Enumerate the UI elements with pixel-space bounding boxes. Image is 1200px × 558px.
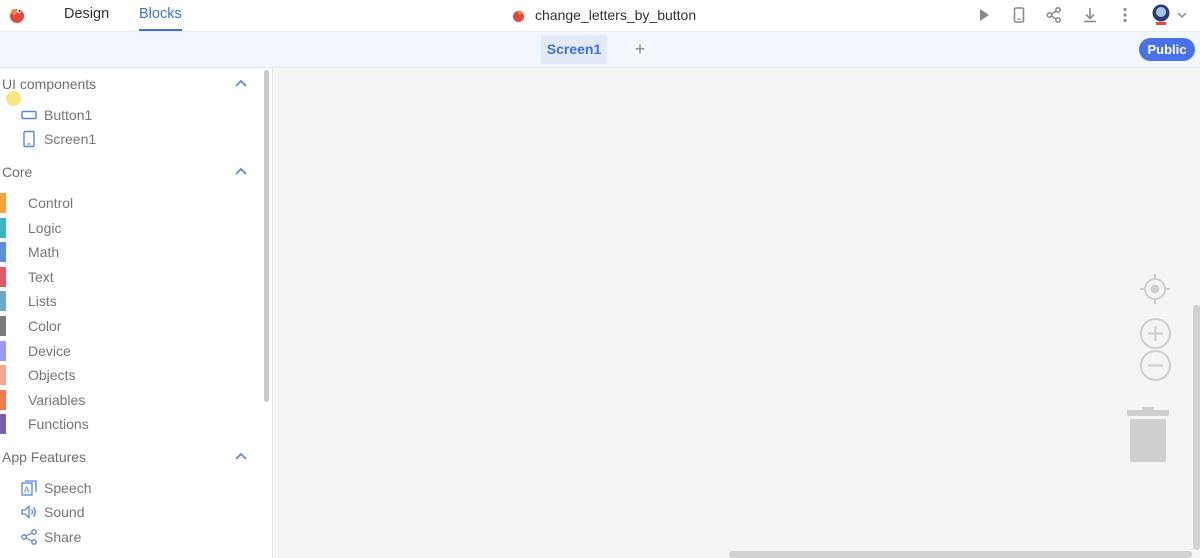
core-item-label: Objects: [28, 367, 76, 384]
feature-speech[interactable]: A Speech: [20, 477, 91, 499]
add-screen-button[interactable]: +: [632, 38, 648, 60]
category-color-swatch: [0, 316, 6, 336]
public-button[interactable]: Public: [1139, 38, 1195, 61]
workspace-horizontal-scrollbar[interactable]: [729, 551, 1192, 558]
component-label: Screen1: [44, 131, 97, 147]
sidebar-scrollbar[interactable]: [264, 70, 269, 402]
category-color-swatch: [0, 266, 6, 287]
recenter-icon[interactable]: [1139, 273, 1171, 305]
chevron-down-icon[interactable]: [1176, 9, 1188, 21]
tab-blocks[interactable]: Blocks: [139, 0, 182, 32]
core-item-label: Lists: [28, 293, 57, 310]
feature-label: Speech: [44, 480, 92, 496]
category-color-swatch: [0, 414, 6, 435]
core-item-label: Variables: [28, 391, 86, 408]
section-core[interactable]: Core: [2, 162, 252, 182]
tab-design[interactable]: Design: [64, 0, 109, 32]
core-item-variables[interactable]: Variables: [0, 389, 250, 411]
project-title: change_letters_by_button: [511, 0, 696, 30]
workspace-vertical-scrollbar[interactable]: [1193, 305, 1200, 550]
core-item-label: Control: [28, 195, 74, 211]
section-app-features[interactable]: App Features: [2, 447, 252, 467]
chevron-up-icon[interactable]: [234, 451, 248, 461]
section-title: App Features: [2, 449, 87, 465]
category-color-swatch: [0, 242, 6, 263]
category-color-swatch: [0, 365, 6, 386]
core-item-logic[interactable]: Logic: [0, 217, 250, 239]
category-color-swatch: [0, 193, 6, 213]
core-item-control[interactable]: Control: [0, 192, 250, 214]
section-title: UI components: [2, 76, 97, 92]
core-item-label: Functions: [28, 416, 89, 433]
feature-label: Share: [44, 529, 82, 545]
core-item-text[interactable]: Text: [0, 266, 250, 288]
component-screen1[interactable]: Screen1: [20, 128, 96, 150]
component-label: Button1: [44, 107, 93, 123]
core-item-label: Device: [28, 342, 71, 359]
core-item-label: Logic: [28, 219, 62, 236]
category-color-swatch: [0, 389, 6, 410]
button-icon: [20, 106, 38, 124]
zoom-in-icon[interactable]: [1139, 317, 1172, 350]
cursor-highlight: [6, 91, 21, 106]
category-color-swatch: [0, 291, 6, 312]
feature-label: Sound: [44, 504, 85, 520]
share-icon: [20, 528, 38, 546]
feature-sound[interactable]: Sound: [20, 501, 84, 523]
core-item-color[interactable]: Color: [0, 315, 250, 337]
phone-preview-icon[interactable]: [1010, 6, 1028, 24]
zoom-out-icon[interactable]: [1139, 349, 1172, 382]
share-icon[interactable]: [1045, 6, 1063, 24]
category-color-swatch: [0, 340, 6, 361]
svg-text:A: A: [24, 486, 30, 495]
app-logo-icon[interactable]: [8, 6, 26, 24]
core-item-objects[interactable]: Objects: [0, 364, 250, 386]
component-button1[interactable]: Button1: [20, 104, 92, 126]
trash-icon[interactable]: [1127, 406, 1169, 463]
core-item-label: Math: [28, 244, 60, 261]
project-name: change_letters_by_button: [535, 7, 697, 23]
core-item-label: Color: [28, 318, 62, 334]
feature-share[interactable]: Share: [20, 526, 81, 548]
project-icon: [513, 10, 524, 22]
core-item-device[interactable]: Device: [0, 340, 250, 362]
screen-icon: [20, 130, 38, 148]
speech-icon: A: [20, 479, 38, 497]
core-item-label: Text: [28, 268, 54, 285]
more-vert-icon[interactable]: [1116, 6, 1134, 24]
category-color-swatch: [0, 217, 6, 238]
section-ui-components[interactable]: UI components: [2, 74, 252, 94]
screen-bar: Screen1 + Public: [0, 32, 1200, 68]
core-item-lists[interactable]: Lists: [0, 290, 250, 312]
section-title: Core: [2, 164, 33, 180]
chevron-up-icon[interactable]: [234, 166, 248, 176]
play-icon[interactable]: [975, 6, 993, 24]
core-item-math[interactable]: Math: [0, 241, 250, 263]
chevron-up-icon[interactable]: [234, 78, 248, 88]
download-icon[interactable]: [1081, 6, 1099, 24]
user-avatar[interactable]: [1150, 3, 1172, 27]
screen-tab-screen1[interactable]: Screen1: [541, 35, 607, 64]
top-bar: Design Blocks change_letters_by_button: [0, 0, 1200, 32]
core-item-functions[interactable]: Functions: [0, 413, 250, 435]
sound-icon: [20, 503, 38, 521]
blocks-workspace[interactable]: [274, 68, 1200, 558]
blocks-sidebar: UI components Button1 Screen1 Core Contr…: [0, 68, 273, 558]
